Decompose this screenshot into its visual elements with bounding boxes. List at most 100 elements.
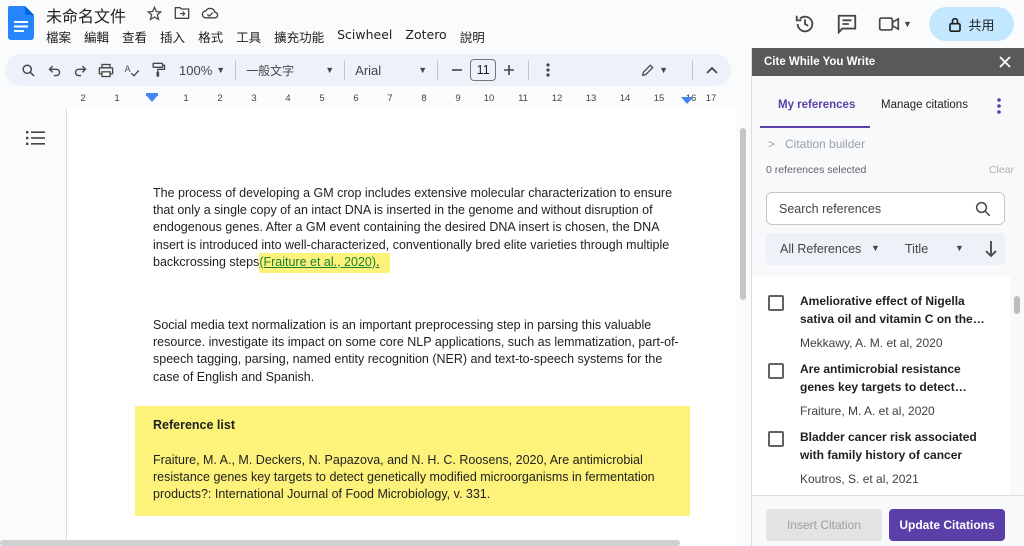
insert-citation-button[interactable]: Insert Citation [766,509,882,541]
panel-scrollbar[interactable] [1014,296,1020,314]
cloud-status-icon[interactable] [201,4,219,22]
reference-checkbox[interactable] [768,363,784,379]
menu-edit[interactable]: 編輯 [84,27,117,46]
editing-mode-select[interactable]: ▼ [637,58,672,82]
meet-icon[interactable]: ▼ [875,10,915,38]
ruler-number: 6 [353,93,359,104]
reference-list-block[interactable]: Reference list Fraiture, M. A., M. Decke… [135,406,690,516]
reference-title: Ameliorative effect of Nigella sativa oi… [800,294,985,326]
all-references-filter[interactable]: All References [780,242,861,256]
zoom-select[interactable]: 100% ▼ [175,58,229,82]
ruler-number: 3 [251,93,257,104]
paragraph-style-select[interactable]: 一般文字 ▼ [242,58,338,82]
tab-manage-citations[interactable]: Manage citations [881,99,968,111]
ruler-number: 9 [455,93,461,104]
ruler-number: 5 [319,93,325,104]
ruler-number: 4 [285,93,291,104]
ruler-number: 1 [183,93,189,104]
search-menus-icon[interactable] [15,58,41,82]
paint-format-icon[interactable] [145,58,171,82]
right-indent-marker[interactable] [681,97,693,104]
citation-builder-toggle[interactable]: > Citation builder [768,137,865,151]
references-list: Ameliorative effect of Nigella sativa oi… [752,276,1010,496]
search-references-input[interactable]: Search references [766,192,1005,225]
ruler-number: 15 [653,93,665,104]
menu-tools[interactable]: 工具 [236,27,269,46]
ruler-number: 17 [705,93,717,104]
star-icon[interactable] [145,4,163,22]
document-outline-icon[interactable] [26,130,46,146]
move-folder-icon[interactable] [173,4,191,22]
tab-my-references[interactable]: My references [778,99,855,111]
toolbar-divider [235,60,237,80]
reference-checkbox[interactable] [768,431,784,447]
panel-title: Cite While You Write [764,56,876,68]
chevron-down-icon: ▼ [325,65,335,75]
comments-icon[interactable] [833,10,861,38]
document-page[interactable]: The process of developing a GM crop incl… [66,108,736,546]
close-icon[interactable] [997,54,1013,70]
horizontal-ruler[interactable]: 2 1 1 2 3 4 5 6 7 8 9 10 11 12 13 14 15 … [66,93,720,107]
zoom-value: 100% [179,62,213,78]
menu-file[interactable]: 檔案 [46,27,79,46]
chevron-down-icon: ▼ [216,65,226,75]
svg-text:A: A [125,64,131,74]
more-vert-icon[interactable] [992,96,1006,116]
menu-insert[interactable]: 插入 [160,27,193,46]
reference-list-title: Reference list [153,418,235,432]
collapse-toolbar-icon[interactable] [699,58,725,82]
meet-dropdown-icon[interactable]: ▼ [903,19,912,29]
reference-checkbox[interactable] [768,295,784,311]
decrease-font-size-icon[interactable] [444,58,470,82]
chevron-down-icon: ▼ [418,65,428,75]
clear-button[interactable]: Clear [989,164,1014,176]
more-options-icon[interactable] [535,58,561,82]
citation-text: (Fraiture et al., 2020) [259,254,377,269]
font-size-input[interactable]: 11 [470,59,497,81]
spellcheck-icon[interactable]: A [119,58,145,82]
font-value: Arial [355,62,382,78]
menu-view[interactable]: 查看 [122,27,155,46]
formatting-toolbar: A 100% ▼ 一般文字 ▼ Arial ▼ 11 ▼ [5,54,731,86]
font-select[interactable]: Arial ▼ [351,58,431,82]
increase-font-size-icon[interactable] [496,58,522,82]
title-icons [145,4,219,22]
menu-help[interactable]: 說明 [460,27,493,46]
paragraph-gm-crop[interactable]: The process of developing a GM crop incl… [153,185,689,273]
menu-bar: 檔案 編輯 查看 插入 格式 工具 擴充功能 Sciwheel Zotero 說… [46,27,498,46]
header-actions: ▼ 共用 [791,0,1024,48]
document-horizontal-scrollbar[interactable] [0,540,680,546]
doc-title[interactable]: 未命名文件 [46,3,126,27]
docs-logo-icon[interactable] [8,6,34,40]
redo-icon[interactable] [67,58,93,82]
reference-title: Bladder cancer risk associated with fami… [800,430,977,462]
toolbar-divider [528,60,530,80]
undo-icon[interactable] [41,58,67,82]
update-citations-button[interactable]: Update Citations [889,509,1005,541]
chevron-down-icon[interactable]: ▼ [871,243,880,253]
selection-row: 0 references selected Clear [766,164,1014,176]
document-vertical-scrollbar[interactable] [740,128,746,300]
search-placeholder: Search references [779,201,882,216]
sort-by-select[interactable]: Title [905,242,928,256]
menu-sciwheel[interactable]: Sciwheel [337,27,400,46]
chevron-down-icon[interactable]: ▼ [955,243,964,253]
ruler-number: 13 [585,93,597,104]
ruler-number: 11 [518,93,528,104]
paragraph-text: The process of developing a GM crop incl… [153,186,673,269]
search-icon[interactable] [974,200,992,218]
paragraph-social-media[interactable]: Social media text normalization is an im… [153,317,689,386]
cite-while-you-write-panel: Cite While You Write My references Manag… [751,48,1024,546]
print-icon[interactable] [93,58,119,82]
menu-format[interactable]: 格式 [198,27,231,46]
ruler-number: 14 [619,93,631,104]
menu-extensions[interactable]: 擴充功能 [274,27,332,46]
reference-entry: Fraiture, M. A., M. Deckers, N. Papazova… [153,453,655,502]
share-button[interactable]: 共用 [929,7,1014,41]
version-history-icon[interactable] [791,10,819,38]
reference-authors: Koutros, S. et al, 2021 [800,472,919,486]
left-indent-marker[interactable] [146,95,158,102]
menu-zotero[interactable]: Zotero [405,27,454,46]
sort-direction-icon[interactable] [984,240,998,258]
inline-citation[interactable]: (Fraiture et al., 2020). [259,252,390,273]
